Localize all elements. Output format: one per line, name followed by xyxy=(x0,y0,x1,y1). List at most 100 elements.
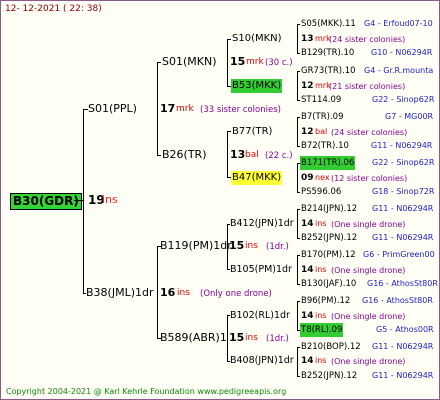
g4-code: G16 - AthosSt80R xyxy=(367,279,438,288)
pmm-mating: nex xyxy=(315,173,330,182)
dam-year: 16 xyxy=(160,286,176,299)
connector xyxy=(297,192,300,193)
g4-name: B96(PM).12 xyxy=(301,296,351,306)
connector xyxy=(227,224,228,269)
mm-year: 15 xyxy=(229,331,245,344)
mmp-mating: ins xyxy=(315,311,327,320)
pmp-year: 12 xyxy=(301,127,314,137)
g4-name: ST114.09 xyxy=(301,95,342,105)
ppm-sisters: (21 sister colonies) xyxy=(329,82,406,91)
connector xyxy=(297,163,298,192)
connector xyxy=(297,301,298,330)
pmm-year: 09 xyxy=(301,173,314,183)
g4-code: G22 - Sinop62R xyxy=(372,95,435,104)
g4-code: G18 - Sinop72R xyxy=(372,187,435,196)
g4-name: T8(RL).09 xyxy=(300,323,344,337)
pp-year: 15 xyxy=(230,55,246,68)
connector xyxy=(297,347,298,376)
connector xyxy=(297,53,300,54)
pmm-sisters: (12 sister colonies) xyxy=(331,174,408,183)
connector xyxy=(297,376,300,377)
sire-name: S01(PPL) xyxy=(88,102,137,115)
mp-mating: ins xyxy=(245,241,258,251)
connector xyxy=(297,71,300,72)
mp-year: 15 xyxy=(229,239,245,252)
date-stamp: 12- 12-2021 ( 22: 38) xyxy=(5,4,102,14)
connector xyxy=(227,39,231,40)
dam-name: B38(JML)1dr xyxy=(86,286,154,299)
g4-code: G11 - N06294R xyxy=(372,342,434,351)
mpp-year: 14 xyxy=(301,219,314,229)
ppm-name: B53(MKK) xyxy=(231,79,283,93)
mmm-year: 14 xyxy=(301,356,314,366)
mmm-mating: ins xyxy=(315,356,327,365)
mmp-name: B102(RL)1dr xyxy=(230,310,290,321)
ppm-year: 12 xyxy=(301,81,314,91)
mpp-name: B412(JPN)1dr xyxy=(230,218,294,229)
sire-year: 17 xyxy=(160,102,176,115)
connector xyxy=(157,155,161,156)
g4-name: S05(MKK).11 xyxy=(301,19,356,29)
connector xyxy=(297,117,300,118)
ppp-sisters: (24 sister colonies) xyxy=(329,35,406,44)
g4-name: B171(TR).06 xyxy=(300,156,356,170)
g4-code: G7 - MG00R xyxy=(385,112,434,121)
connector xyxy=(297,71,298,100)
mpm-name: B105(PM)1dr xyxy=(230,264,292,275)
pp-name: S01(MKN) xyxy=(162,55,217,68)
connector xyxy=(297,255,300,256)
g4-name: PS596.06 xyxy=(301,187,342,197)
root-mating: ins xyxy=(102,193,118,206)
connector xyxy=(157,62,161,63)
connector xyxy=(297,117,298,146)
g4-name: B210(BOP).12 xyxy=(301,342,361,352)
g4-code: G22 - Sinop62R xyxy=(372,158,435,167)
mmm-sisters: (One single drone) xyxy=(331,357,406,366)
mmp-year: 14 xyxy=(301,311,314,321)
g4-name: B214(JPN).12 xyxy=(301,204,358,214)
g4-code: G11 - N06294R xyxy=(372,371,434,380)
dam-mating: ins xyxy=(177,288,190,298)
mmp-sisters: (One single drone) xyxy=(331,312,406,321)
connector xyxy=(297,100,300,101)
g4-code: G16 - AthosSt80R xyxy=(362,296,433,305)
g4-name: B72(TR).10 xyxy=(301,141,349,151)
connector xyxy=(297,255,298,284)
g4-name: B170(PM).12 xyxy=(301,250,356,260)
mpm-sisters: (One single drone) xyxy=(331,266,406,275)
connector xyxy=(297,24,298,53)
connector xyxy=(297,347,300,348)
g4-name: B130(JAF).10 xyxy=(301,279,357,289)
mpm-year: 14 xyxy=(301,265,314,275)
ppp-year: 13 xyxy=(301,34,314,44)
g4-name: B252(JPN).12 xyxy=(301,371,358,381)
connector xyxy=(297,301,300,302)
g4-code: G5 - Athos00R xyxy=(376,325,434,334)
g4-name: B129(TR).10 xyxy=(301,48,355,58)
pmm-name: B47(MKK) xyxy=(231,171,283,185)
g4-code: G10 - N06294R xyxy=(371,48,433,57)
g4-name: GR73(TR).10 xyxy=(301,66,356,76)
g4-code: G4 - Gr.R.mounta xyxy=(364,66,434,75)
connector xyxy=(227,131,231,132)
mm-name: B589(ABR)1 xyxy=(160,331,227,344)
mp-sisters: (1dr.) xyxy=(266,242,289,252)
connector xyxy=(83,109,84,293)
connector xyxy=(297,284,300,285)
dam-sisters: (Only one drone) xyxy=(200,289,272,299)
root-queen: B30(GDR) xyxy=(10,193,82,210)
footer-copyright: Copyright 2004-2021 @ Karl Kehrle Founda… xyxy=(6,387,287,396)
g4-code: G11 - N06294R xyxy=(371,141,433,150)
pmp-sisters: (24 sister colonies) xyxy=(331,128,408,137)
pm-mating: bal xyxy=(245,150,259,160)
g4-code: G4 - Erfoud07-10 xyxy=(364,19,433,28)
pmp-mating: bal xyxy=(315,127,328,136)
connector xyxy=(297,146,300,147)
connector xyxy=(297,238,300,239)
g4-code: G11 - N06294R xyxy=(372,233,434,242)
mp-name: B119(PM)1dr xyxy=(160,239,232,252)
mm-sisters: (1dr.) xyxy=(266,334,289,344)
connector xyxy=(297,209,300,210)
sire-mating: mrk xyxy=(176,104,194,114)
pm-year: 13 xyxy=(230,148,246,161)
